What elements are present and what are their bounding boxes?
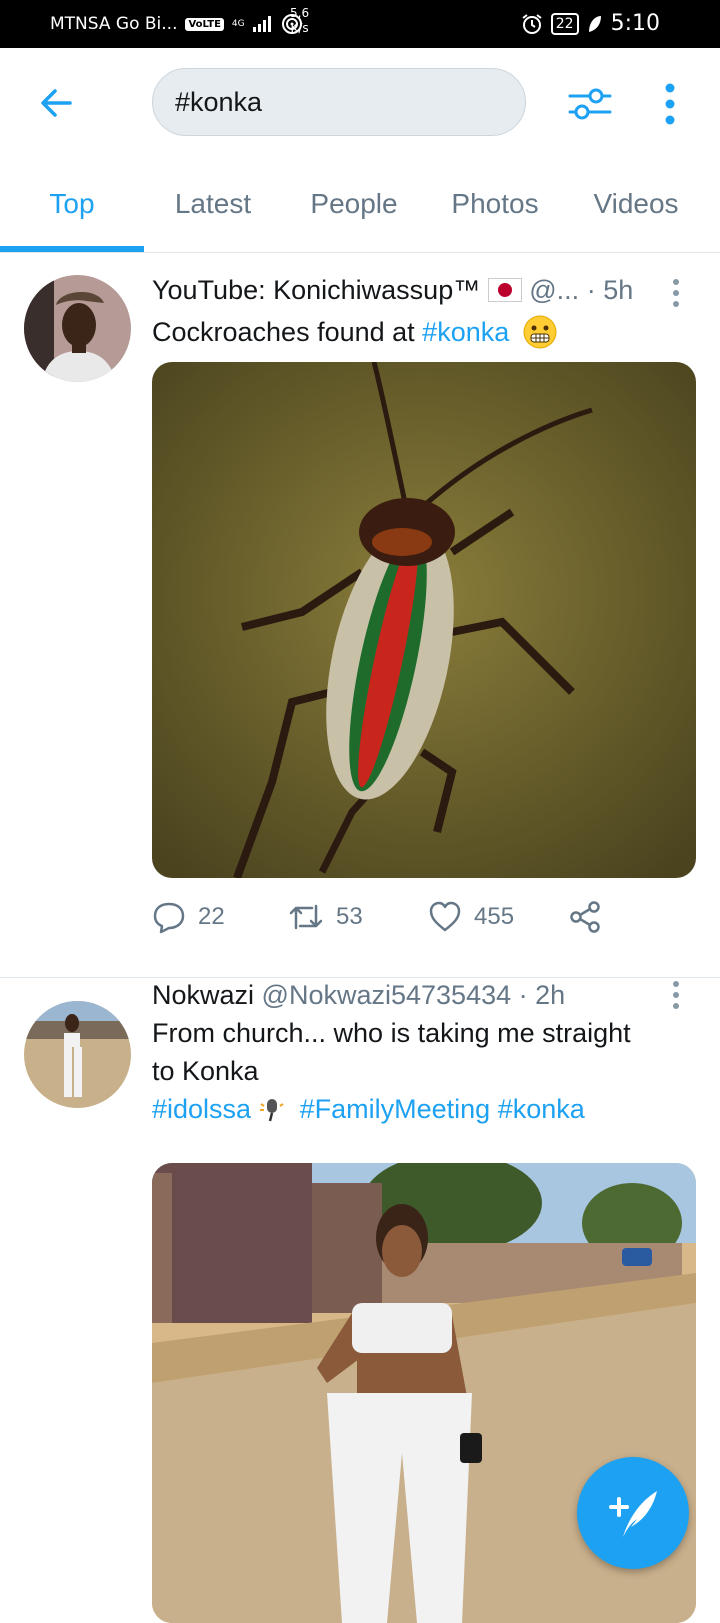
grimacing-face-emoji	[523, 315, 557, 349]
more-vertical-icon	[673, 279, 679, 307]
avatar[interactable]	[24, 1001, 131, 1108]
hashtag-link[interactable]: #konka	[422, 317, 509, 347]
timestamp: 2h	[535, 980, 566, 1010]
back-arrow-icon	[41, 89, 72, 117]
tweet-options-button[interactable]	[670, 278, 682, 308]
alarm-icon	[522, 13, 542, 34]
microphone-emoji	[259, 1099, 284, 1122]
handle[interactable]: @...	[529, 275, 579, 305]
like-button[interactable]: 455	[428, 900, 514, 934]
retweet-button[interactable]: 53	[288, 900, 363, 934]
volte-badge: VoLTE	[185, 17, 224, 31]
tweet-text: From church... who is taking me straight…	[152, 1014, 692, 1128]
speed-unit: K/s	[290, 21, 309, 35]
search-tabs: Top Latest People Photos Videos	[0, 160, 720, 253]
display-name[interactable]: YouTube: Konichiwassup™	[152, 275, 480, 305]
avatar-photo	[24, 275, 131, 382]
reply-button[interactable]: 22	[152, 900, 225, 934]
tweet-text-line: From church... who is taking me straight	[152, 1018, 631, 1048]
compose-tweet-icon	[609, 1491, 657, 1537]
hashtag-link[interactable]: #idolssa	[152, 1094, 251, 1124]
status-right: 22 5:10	[521, 11, 660, 36]
filter-sliders-icon	[568, 88, 612, 120]
avatar-photo	[24, 1001, 131, 1108]
tweet-text-line: to Konka	[152, 1056, 259, 1086]
retweet-icon	[289, 904, 323, 930]
tweet-options-button[interactable]	[670, 980, 682, 1010]
tweet-header: Nokwazi @Nokwazi54735434 · 2h	[152, 977, 565, 1013]
tweet-hashtags: #idolssa #FamilyMeeting #konka	[152, 1090, 692, 1128]
carrier-name: MTNSA Go Bi...	[50, 14, 178, 34]
hashtag-link[interactable]: #FamilyMeeting	[300, 1094, 491, 1124]
tweet[interactable]: YouTube: Konichiwassup™ @... · 5h Cockro…	[0, 253, 720, 978]
handle[interactable]: @Nokwazi54735434	[262, 980, 512, 1010]
retweet-count: 53	[336, 903, 363, 930]
tab-top[interactable]: Top	[0, 160, 144, 252]
more-vertical-icon	[665, 83, 675, 125]
tweet-text-plain: Cockroaches found at	[152, 317, 423, 347]
tab-photos[interactable]: Photos	[423, 160, 567, 252]
like-count: 455	[474, 903, 515, 930]
tab-videos[interactable]: Videos	[564, 160, 708, 252]
hashtag-link[interactable]: #konka	[498, 1094, 585, 1124]
tweet-text: Cockroaches found at #konka	[152, 313, 692, 351]
battery-saver-leaf-icon	[588, 15, 601, 32]
separator-dot: ·	[518, 980, 528, 1010]
tab-latest[interactable]: Latest	[141, 160, 285, 252]
separator-dot: ·	[586, 275, 596, 305]
reply-count: 22	[198, 903, 225, 930]
tweet-media-image[interactable]	[152, 362, 696, 878]
share-button[interactable]	[568, 900, 602, 934]
overflow-menu-button[interactable]	[660, 82, 680, 126]
back-button[interactable]	[36, 83, 76, 123]
network-speed: 5,6 K/s	[290, 6, 309, 36]
tweet-header: YouTube: Konichiwassup™ @... · 5h	[152, 275, 633, 306]
compose-tweet-button[interactable]	[577, 1457, 689, 1569]
signal-icon	[252, 16, 271, 32]
japan-flag-icon	[487, 278, 522, 302]
status-bar: MTNSA Go Bi... VoLTE 4G 5,6 K/s 22 5:10	[0, 0, 720, 48]
active-tab-indicator	[0, 246, 144, 252]
clock: 5:10	[610, 11, 660, 36]
search-filter-button[interactable]	[566, 80, 614, 128]
avatar[interactable]	[24, 275, 131, 382]
search-input[interactable]: #konka	[152, 68, 526, 136]
speed-value: 5,6	[290, 6, 310, 20]
heart-icon	[429, 901, 461, 932]
timestamp: 5h	[603, 275, 634, 305]
cockroach-photo	[152, 362, 696, 878]
more-vertical-icon	[673, 981, 679, 1009]
reply-icon	[153, 902, 185, 934]
app-bar: #konka	[0, 48, 720, 160]
status-left: MTNSA Go Bi... VoLTE 4G	[50, 13, 303, 35]
tab-people[interactable]: People	[282, 160, 426, 252]
network-type: 4G	[231, 18, 245, 29]
battery-level: 22	[550, 12, 579, 35]
display-name[interactable]: Nokwazi	[152, 980, 254, 1010]
share-icon	[570, 901, 600, 933]
